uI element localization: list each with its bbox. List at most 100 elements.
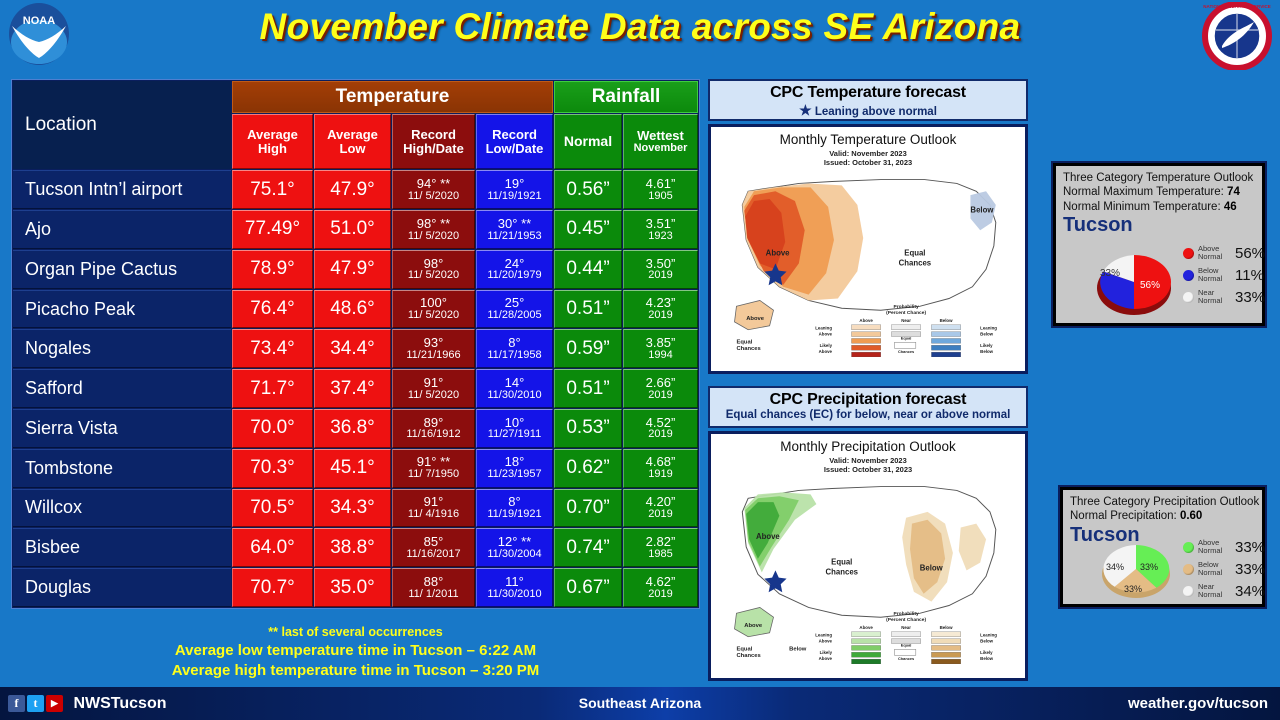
precipitation-map-graphic: Above Below Equal Chances Above Equal Ch… (734, 485, 997, 664)
star-icon: ★ (799, 102, 812, 118)
cell-normal-rainfall: 0.59” (554, 329, 622, 369)
table-row: Douglas 70.7° 35.0° 88° 11/ 1/2011 11° 11/30/2… (13, 568, 698, 607)
svg-text:Equal: Equal (901, 642, 912, 647)
svg-text:(Percent Chance): (Percent Chance) (886, 310, 926, 316)
cell-record-high: 88° 11/ 1/2011 (392, 568, 475, 607)
cell-record-low-date: 11/19/1921 (487, 508, 542, 521)
legend-row-near: Near Normal 33% (1183, 286, 1265, 308)
cell-average-low: 47.9° (314, 170, 391, 210)
table-group-header-row: Location Temperature Rainfall (13, 81, 698, 170)
cell-record-high-value: 93° (423, 335, 444, 351)
cell-average-high: 70.3° (232, 448, 313, 488)
header-record-high-line2: High/Date (403, 140, 464, 156)
footer-website-link[interactable]: weather.gov/tucson (1128, 687, 1268, 720)
cpc-precipitation-map[interactable]: Monthly Precipitation Outlook Valid: Nov… (708, 431, 1028, 681)
cell-wettest-year: 2019 (648, 428, 673, 441)
page-footer: f t ▶ NWSTucson Southeast Arizona weather.… (0, 687, 1280, 720)
normal-min-temperature-value: 46 (1223, 200, 1237, 213)
precipitation-map-equal-label-2: Chances (825, 567, 858, 576)
cell-location: Douglas (13, 568, 231, 607)
legend-label-above: Above Normal (1198, 244, 1223, 261)
legend-dot-near-icon (1183, 291, 1194, 303)
table-row: Nogales 73.4° 34.4° 93° 11/21/1966 8° 11/17/19… (13, 329, 698, 369)
table-row: Sierra Vista 70.0° 36.8° 89° 11/16/1912 10° 11… (13, 409, 698, 448)
legend-dot-above-icon (1183, 247, 1194, 259)
header-record-high-line1: Record (411, 126, 456, 142)
cell-normal-rainfall: 0.53” (554, 409, 622, 448)
cell-record-low-date: 11/30/2004 (487, 547, 542, 560)
temperature-map-equal-label-2: Chances (899, 258, 932, 267)
svg-text:Probability: Probability (894, 611, 919, 617)
precipitation-map-valid: Valid: November 2023 (829, 456, 907, 465)
header-average-low: Average Low (314, 114, 391, 170)
normal-max-temperature-row: Normal Maximum Temperature: 74 (1063, 185, 1262, 199)
precipitation-map-above-label: Above (756, 532, 780, 541)
cell-normal-rainfall: 0.70” (554, 488, 622, 528)
cell-wettest: 4.62” 2019 (623, 568, 698, 607)
header-rainfall-group: Rainfall (554, 81, 698, 113)
legend-row-below: Below Normal 11% (1183, 264, 1265, 286)
cell-normal-rainfall: 0.45” (554, 210, 622, 249)
cell-record-low: 25° 11/28/2005 (476, 289, 553, 329)
svg-text:Below: Below (980, 349, 993, 354)
header-record-low-line1: Record (492, 126, 537, 142)
cell-average-high: 70.0° (232, 409, 313, 448)
cell-location: Picacho Peak (13, 289, 231, 329)
cell-location: Ajo (13, 210, 231, 249)
svg-text:Above: Above (859, 318, 873, 323)
cell-record-low-value: 10° (504, 414, 525, 430)
footnote-avg-low-time: Average low temperature time in Tucson –… (174, 641, 537, 659)
cell-wettest-value: 4.23” (645, 295, 676, 311)
cell-average-low: 36.8° (314, 409, 391, 448)
svg-text:Equal: Equal (901, 335, 912, 340)
precipitation-map-below-label: Below (920, 563, 944, 572)
temperature-map-issued: Issued: October 31, 2023 (823, 158, 913, 168)
cell-record-low: 10° 11/27/1911 (476, 409, 553, 448)
cell-record-low: 8° 11/19/1921 (476, 488, 553, 528)
normal-precipitation-value: 0.60 (1179, 510, 1203, 523)
cell-average-high: 71.7° (232, 369, 313, 409)
cell-record-low-date: 11/30/2010 (487, 587, 542, 600)
cell-record-high-date: 11/ 7/1950 (407, 468, 460, 481)
cell-average-high: 73.4° (232, 329, 313, 369)
normal-max-temperature-label: Normal Maximum Temperature: (1063, 186, 1224, 199)
cell-wettest-year: 1919 (648, 468, 673, 481)
cell-record-low-date: 11/20/1979 (487, 269, 542, 282)
temperature-outlook-city: Tucson (1063, 214, 1133, 237)
cpc-temperature-map[interactable]: Monthly Temperature Outlook Valid: Novem… (708, 124, 1028, 374)
table-row: Safford 71.7° 37.4° 91° 11/ 5/2020 14° 11/30/2… (13, 369, 698, 409)
cell-record-high-value: 98° ** (416, 215, 451, 231)
cell-wettest: 2.82” 1985 (623, 528, 698, 568)
precip-legend-dot-above-icon (1183, 541, 1194, 553)
precip-legend-dot-below-icon (1183, 563, 1194, 575)
cell-wettest-value: 2.82” (645, 534, 676, 550)
cell-wettest: 4.52” 2019 (623, 409, 698, 448)
cell-normal-rainfall: 0.74” (554, 528, 622, 568)
temperature-map-equal-label-1: Equal (904, 248, 925, 257)
header-wettest-line2: November (633, 141, 688, 154)
cell-location: Bisbee (13, 528, 231, 568)
svg-text:Below: Below (789, 646, 807, 652)
precipitation-outlook-title: Three Category Precipitation Outlook (1070, 496, 1260, 508)
legend-percent-near: 33% (1235, 288, 1266, 306)
cell-record-low-date: 11/21/1953 (487, 229, 542, 242)
svg-text:Near: Near (901, 625, 911, 630)
header-average-high: Average High (232, 114, 313, 170)
cell-average-high: 64.0° (232, 528, 313, 568)
cpc-temperature-subtitle-text: Leaning above normal (814, 106, 937, 118)
svg-text:Leaning: Leaning (815, 632, 832, 637)
cell-location: Nogales (13, 329, 231, 369)
precip-legend-row-below: Below Normal 33% (1183, 558, 1265, 580)
cell-average-low: 47.9° (314, 249, 391, 289)
precipitation-map-equal-label-1: Equal (831, 557, 852, 566)
precipitation-outlook-panel: Three Category Precipitation Outlook Nor… (1060, 487, 1265, 607)
svg-text:Below: Below (980, 638, 993, 643)
svg-text:Leaning: Leaning (980, 632, 997, 637)
svg-text:Chances: Chances (898, 349, 914, 354)
page-title: November Climate Data across SE Arizona (259, 6, 1021, 47)
temperature-map-title: Monthly Temperature Outlook (779, 132, 957, 147)
cell-record-high-date: 11/16/1912 (406, 428, 461, 441)
table-footnotes: ** last of several occurrences Average l… (11, 624, 700, 680)
cell-record-high: 94° ** 11/ 5/2020 (392, 170, 475, 210)
cell-wettest-value: 4.20” (645, 494, 676, 510)
